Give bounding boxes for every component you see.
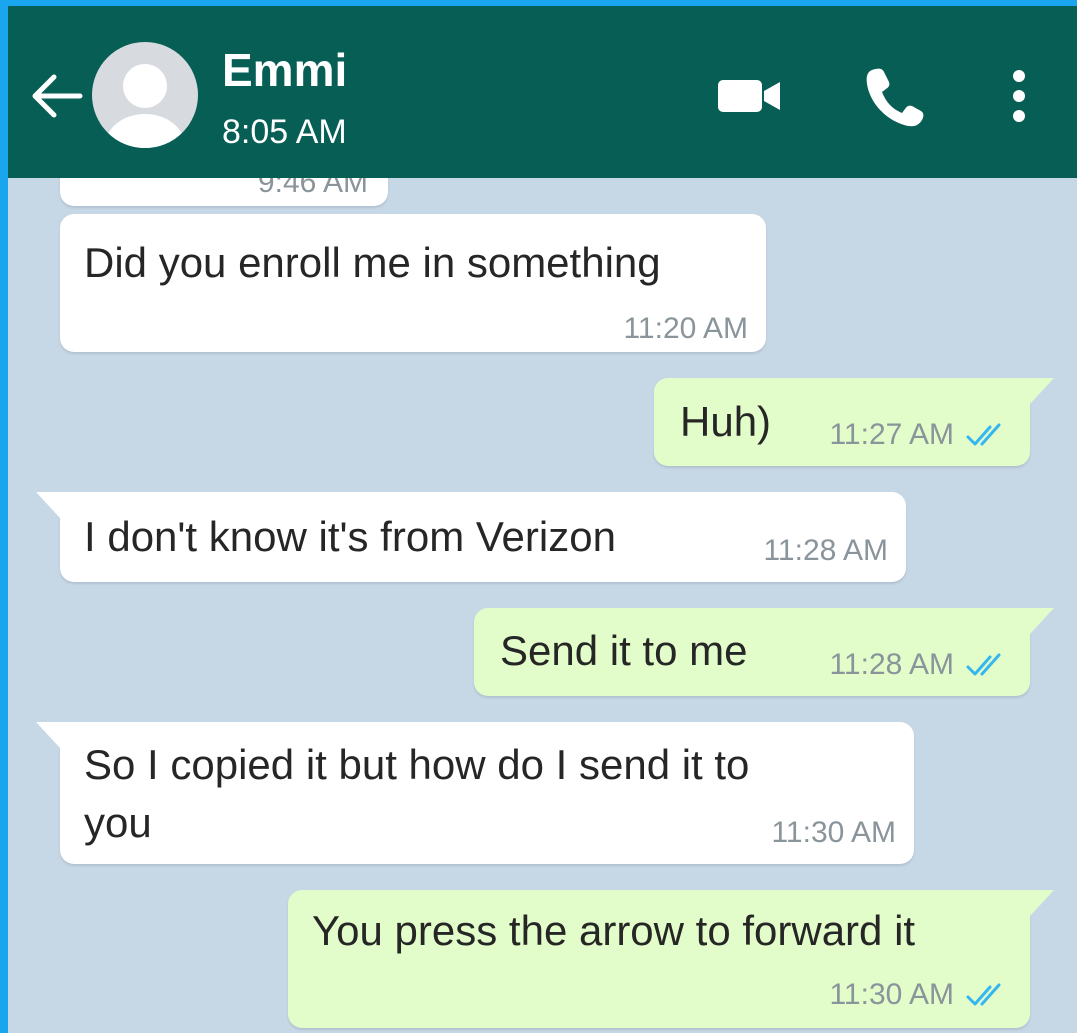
message-time: 11:28 AM [763, 534, 888, 567]
bubble-tail [1030, 608, 1054, 634]
message-time: 11:27 AM [829, 418, 954, 451]
avatar[interactable] [92, 42, 198, 148]
chat-header: Emmi 8:05 AM [8, 6, 1077, 178]
message-bubble-incoming[interactable]: Did you enroll me in something 11:20 AM [60, 214, 766, 352]
message-text-line-2: you [84, 799, 152, 846]
contact-name[interactable]: Emmi [222, 42, 347, 98]
bubble-tail [1030, 378, 1054, 404]
chat-window: 9:46 AM Did you enroll me in something 1… [8, 6, 1077, 1033]
double-check-icon [966, 983, 1001, 1006]
video-call-icon[interactable] [714, 74, 784, 118]
person-icon [105, 64, 185, 148]
message-time: 11:28 AM [829, 648, 954, 681]
back-arrow-icon[interactable] [28, 72, 84, 120]
bubble-tail [1030, 890, 1054, 916]
message-text: I don't know it's from Verizon [84, 513, 616, 560]
last-seen-status: 8:05 AM [222, 113, 347, 151]
more-vert-icon[interactable] [1004, 68, 1034, 124]
bubble-tail [36, 492, 60, 518]
message-bubble-outgoing[interactable]: Send it to me 11:28 AM [474, 608, 1054, 696]
bubble-tail [36, 722, 60, 748]
message-meta: 11:28 AM [829, 648, 1012, 682]
message-bubble-outgoing[interactable]: Huh) 11:27 AM [654, 378, 1054, 466]
message-meta: 11:30 AM [829, 978, 1012, 1012]
message-text-line-1: So I copied it but how do I send it to [84, 741, 750, 788]
message-text: Huh) [680, 398, 772, 445]
message-bubble-incoming[interactable]: So I copied it but how do I send it to y… [36, 722, 914, 864]
message-time: 11:20 AM [623, 312, 748, 345]
message-text: Send it to me [500, 627, 748, 674]
double-check-icon [966, 423, 1001, 446]
double-check-icon [966, 653, 1001, 676]
message-bubble-incoming[interactable]: I don't know it's from Verizon 11:28 AM [36, 492, 906, 582]
message-meta: 11:27 AM [829, 418, 1012, 452]
message-text: Did you enroll me in something [84, 239, 661, 286]
message-time: 11:30 AM [771, 816, 896, 849]
message-bubble-outgoing[interactable]: You press the arrow to forward it 11:30 … [288, 890, 1054, 1028]
message-time: 11:30 AM [829, 978, 954, 1011]
phone-icon[interactable] [864, 64, 924, 128]
message-text: You press the arrow to forward it [312, 907, 916, 954]
